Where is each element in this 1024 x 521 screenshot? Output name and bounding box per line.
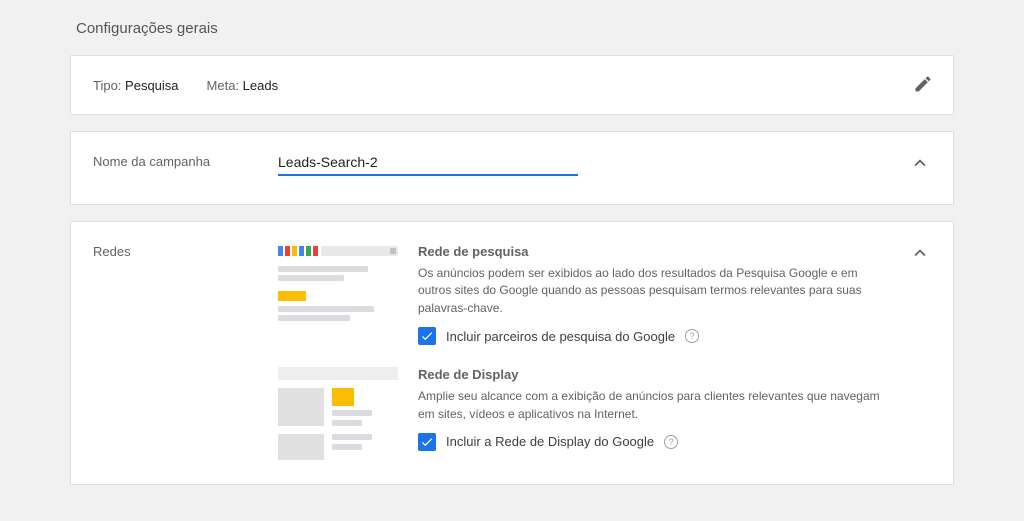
edit-icon[interactable]	[913, 74, 933, 94]
chevron-up-icon[interactable]	[909, 242, 931, 264]
display-network-row: Rede de Display Amplie seu alcance com a…	[278, 367, 931, 460]
help-icon[interactable]: ?	[685, 329, 699, 343]
campaign-name-input[interactable]	[278, 150, 578, 176]
type-group: Tipo: Pesquisa	[93, 78, 179, 93]
networks-card: Redes	[70, 221, 954, 485]
type-label: Tipo:	[93, 78, 121, 93]
goal-label: Meta:	[207, 78, 240, 93]
display-network-heading: Rede de Display	[418, 367, 891, 382]
campaign-name-label: Nome da campanha	[93, 150, 278, 169]
page-title: Configurações gerais	[76, 20, 954, 37]
help-icon[interactable]: ?	[664, 435, 678, 449]
display-network-checkbox-label: Incluir a Rede de Display do Google	[446, 434, 654, 449]
chevron-up-icon[interactable]	[909, 152, 931, 174]
networks-section-label: Redes	[93, 244, 278, 460]
search-network-row: Rede de pesquisa Os anúncios podem ser e…	[278, 244, 931, 345]
summary-card: Tipo: Pesquisa Meta: Leads	[70, 55, 954, 115]
search-partners-checkbox-label: Incluir parceiros de pesquisa do Google	[446, 329, 675, 344]
search-network-heading: Rede de pesquisa	[418, 244, 891, 259]
goal-value: Leads	[243, 78, 278, 93]
display-network-description: Amplie seu alcance com a exibição de anú…	[418, 388, 891, 423]
goal-group: Meta: Leads	[207, 78, 279, 93]
campaign-name-card: Nome da campanha	[70, 131, 954, 205]
search-network-description: Os anúncios podem ser exibidos ao lado d…	[418, 265, 891, 317]
display-network-illustration	[278, 367, 398, 460]
search-partners-checkbox[interactable]	[418, 327, 436, 345]
search-network-illustration	[278, 244, 398, 345]
display-network-checkbox[interactable]	[418, 433, 436, 451]
type-value: Pesquisa	[125, 78, 178, 93]
